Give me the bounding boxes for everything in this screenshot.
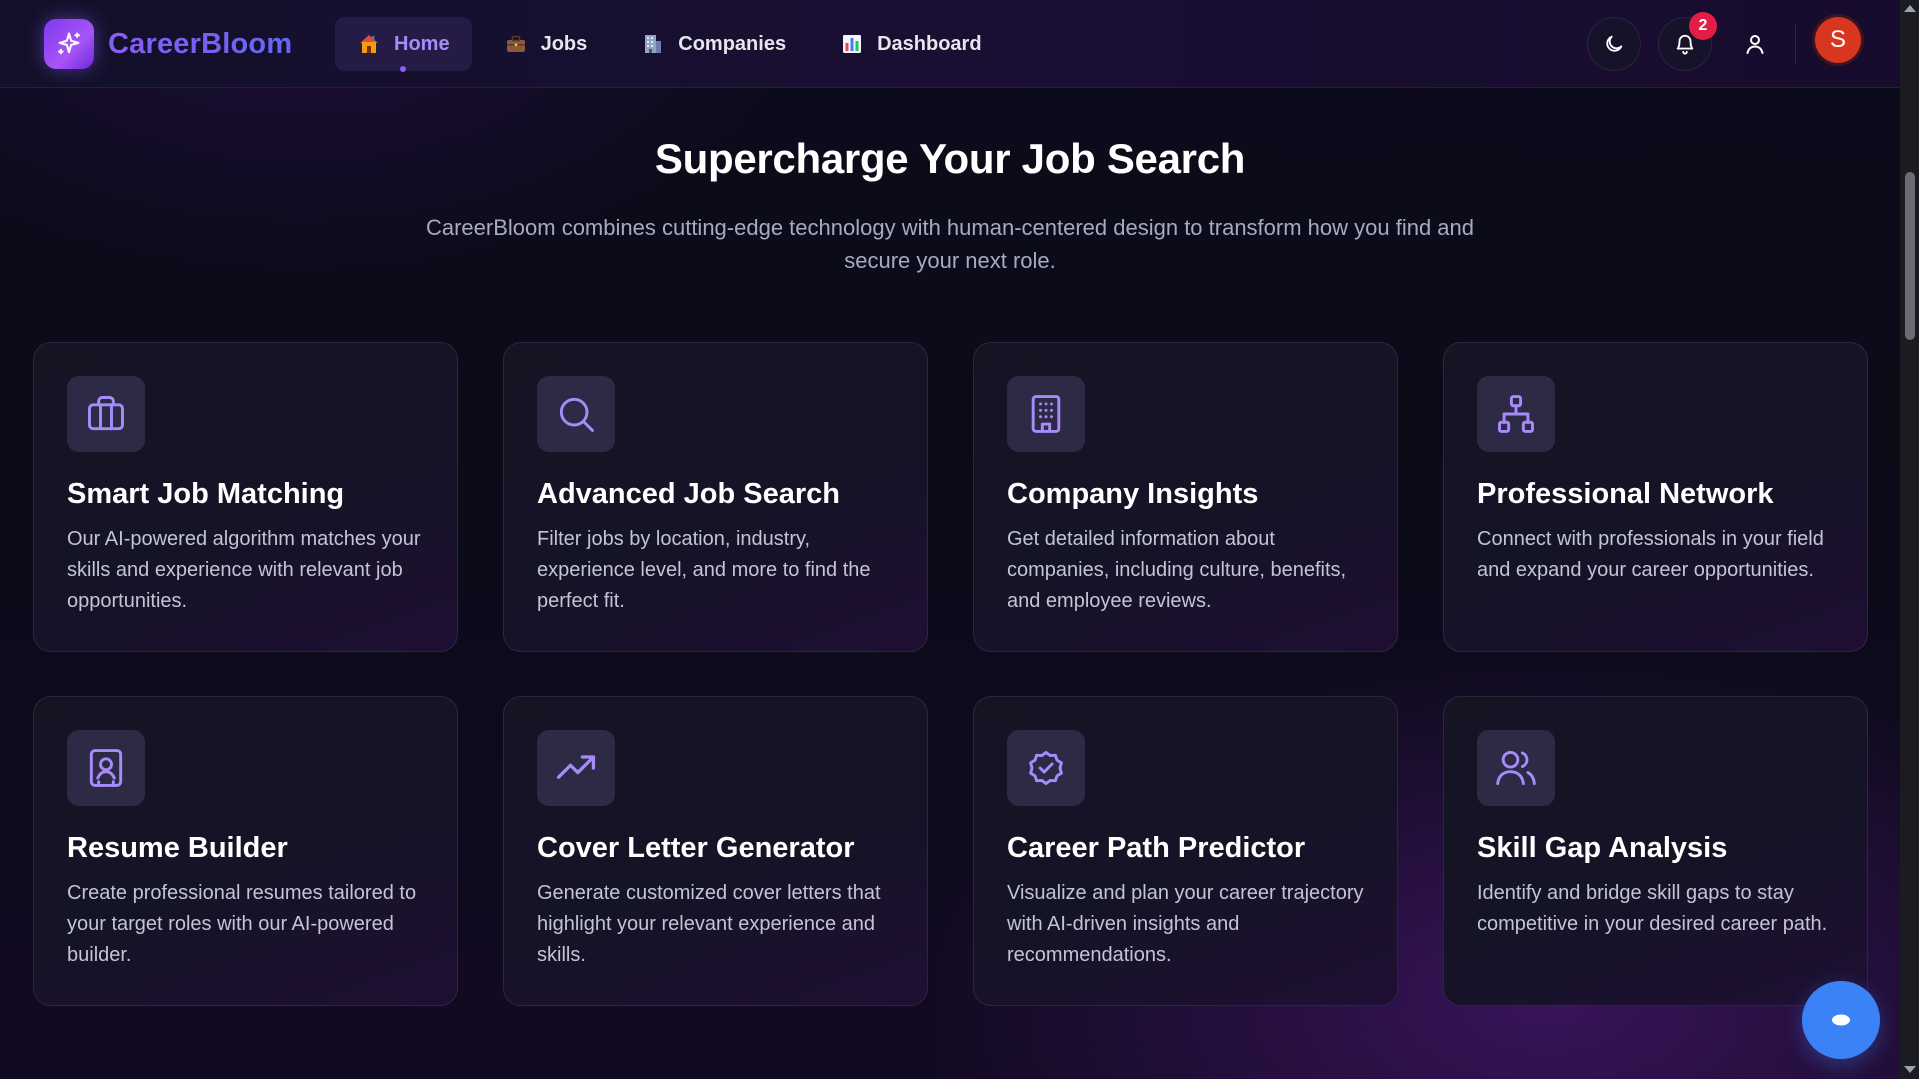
notification-count-badge: 2 — [1689, 12, 1717, 40]
nav-companies[interactable]: Companies — [619, 17, 808, 71]
header-divider — [1795, 24, 1796, 64]
contact-book-icon — [89, 749, 123, 787]
vertical-scrollbar[interactable] — [1900, 0, 1919, 1079]
section-title: Supercharge Your Job Search — [654, 135, 1246, 182]
card-description: Identify and bridge skill gaps to stay c… — [1477, 882, 1828, 935]
card-title: Company Insights — [1007, 478, 1259, 510]
nav-label: Home — [394, 32, 450, 55]
feature-card-resume-builder[interactable]: Resume Builder Create professional resum… — [33, 696, 458, 1006]
user-avatar[interactable]: S — [1815, 17, 1861, 63]
nav-jobs[interactable]: Jobs — [482, 17, 610, 71]
card-title: Resume Builder — [67, 832, 288, 864]
briefcase-icon — [506, 35, 525, 52]
nav-label: Companies — [678, 32, 787, 55]
card-title: Advanced Job Search — [537, 478, 840, 510]
header-actions: 2 S — [1500, 0, 1900, 88]
top-navbar: CareerBloom Home Jobs Companies Dashboar… — [0, 0, 1900, 88]
nav-label: Jobs — [540, 32, 588, 55]
card-description: Connect with professionals in your field… — [1477, 528, 1824, 581]
card-description: Create professional resumes tailored to … — [67, 882, 417, 966]
nav-home[interactable]: Home — [335, 17, 472, 72]
feature-card-career-path-predictor[interactable]: Career Path Predictor Visualize and plan… — [973, 696, 1398, 1006]
trending-up-icon — [556, 755, 596, 779]
card-title: Skill Gap Analysis — [1477, 832, 1728, 864]
card-description: Filter jobs by location, industry, exper… — [537, 528, 871, 612]
card-title: Career Path Predictor — [1007, 832, 1306, 864]
features-grid: Smart Job Matching Our AI-powered algori… — [33, 342, 1868, 1006]
feature-card-smart-job-matching[interactable]: Smart Job Matching Our AI-powered algori… — [33, 342, 458, 652]
house-icon — [360, 35, 378, 53]
card-description: Our AI-powered algorithm matches your sk… — [67, 528, 421, 612]
card-icon-box — [1007, 730, 1085, 806]
card-icon-box — [67, 376, 145, 452]
feature-card-advanced-job-search[interactable]: Advanced Job Search Filter jobs by locat… — [503, 342, 928, 652]
scroll-down-arrow-icon[interactable] — [1904, 1066, 1916, 1073]
sparkles-icon — [44, 19, 94, 69]
chat-button[interactable] — [1802, 981, 1880, 1059]
moon-icon — [1606, 35, 1623, 52]
network-icon — [1498, 395, 1534, 433]
theme-toggle-button[interactable] — [1587, 17, 1641, 71]
card-icon-box — [1477, 730, 1555, 806]
nav-dashboard[interactable]: Dashboard — [818, 17, 1003, 71]
user-icon — [1746, 35, 1764, 54]
card-icon-box — [67, 730, 145, 806]
chat-bubble-icon — [1832, 1014, 1850, 1026]
feature-card-cover-letter-generator[interactable]: Cover Letter Generator Generate customiz… — [503, 696, 928, 1006]
search-icon — [559, 397, 594, 432]
office-building-icon — [645, 35, 662, 53]
card-title: Cover Letter Generator — [537, 832, 855, 864]
building-icon — [1031, 395, 1061, 433]
card-description: Get detailed information about companies… — [1007, 528, 1347, 612]
main-nav: Home Jobs Companies Dashboard — [335, 17, 1004, 72]
briefcase-icon — [88, 396, 124, 431]
brand-logo[interactable]: CareerBloom — [44, 19, 292, 69]
nav-label: Dashboard — [877, 32, 982, 55]
section-subtitle: CareerBloom combines cutting-edge techno… — [425, 215, 1475, 273]
card-icon-box — [537, 376, 615, 452]
brand-name: CareerBloom — [108, 27, 293, 60]
card-description: Generate customized cover letters that h… — [537, 882, 881, 966]
badge-check-icon — [1029, 750, 1063, 786]
card-description: Visualize and plan your career trajector… — [1007, 882, 1364, 966]
users-icon — [1496, 750, 1536, 786]
card-icon-box — [1007, 376, 1085, 452]
feature-card-company-insights[interactable]: Company Insights Get detailed informatio… — [973, 342, 1398, 652]
profile-button[interactable] — [1735, 24, 1775, 64]
active-indicator — [400, 66, 407, 72]
card-icon-box — [537, 730, 615, 806]
card-title: Smart Job Matching — [67, 478, 345, 510]
card-icon-box — [1477, 376, 1555, 452]
feature-card-skill-gap-analysis[interactable]: Skill Gap Analysis Identify and bridge s… — [1443, 696, 1868, 1006]
page: CareerBloom Home Jobs Companies Dashboar… — [0, 0, 1919, 1079]
feature-card-professional-network[interactable]: Professional Network Connect with profes… — [1443, 342, 1868, 652]
scroll-up-arrow-icon[interactable] — [1904, 5, 1916, 12]
scrollbar-thumb[interactable] — [1905, 172, 1915, 340]
card-title: Professional Network — [1477, 478, 1774, 510]
bar-chart-icon — [843, 35, 862, 53]
